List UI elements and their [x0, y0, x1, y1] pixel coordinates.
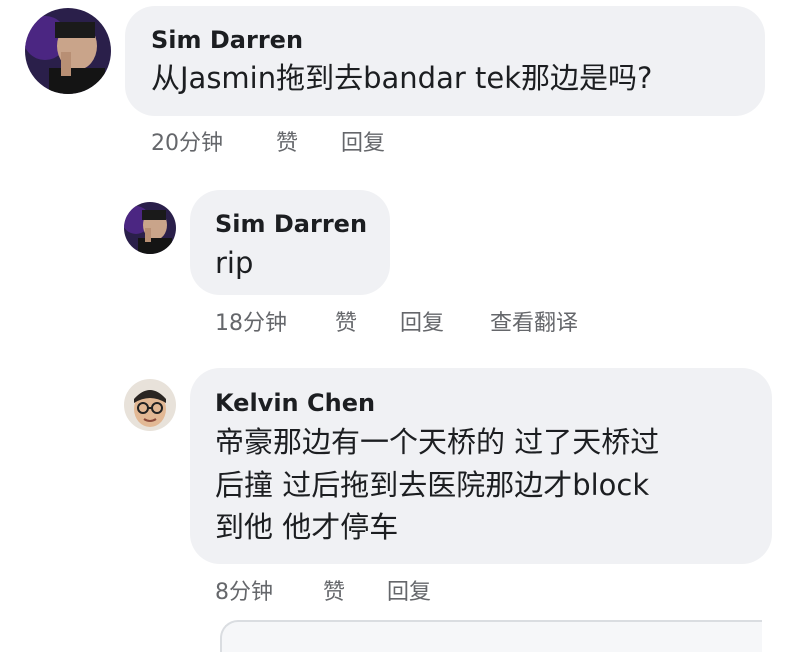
translate-button[interactable]: 查看翻译 — [490, 305, 578, 337]
user-photo-icon — [25, 8, 111, 94]
comment-text-line: 到他 他才停车 — [215, 510, 399, 544]
comment-3: Kelvin Chen 帝豪那边有一个天桥的 过了天桥过 后撞 过后拖到去医院那… — [0, 360, 800, 620]
avatar[interactable] — [124, 379, 176, 431]
avatar[interactable] — [25, 8, 111, 94]
like-button[interactable]: 赞 — [323, 574, 345, 606]
next-comment-edge — [220, 620, 762, 652]
comment-text-line: rip — [215, 246, 254, 280]
comment-1: Sim Darren 从Jasmin拖到去bandar tek那边是吗? 20分… — [0, 0, 800, 170]
comment-author[interactable]: Kelvin Chen — [215, 389, 375, 417]
reply-button[interactable]: 回复 — [387, 574, 431, 606]
comment-time[interactable]: 18分钟 — [215, 305, 287, 337]
comment-text-line: 从Jasmin拖到去bandar tek那边是吗? — [151, 61, 653, 95]
like-button[interactable]: 赞 — [335, 305, 357, 337]
like-button[interactable]: 赞 — [276, 125, 298, 157]
comment-time[interactable]: 20分钟 — [151, 125, 223, 157]
reply-button[interactable]: 回复 — [400, 305, 444, 337]
user-photo-icon — [124, 202, 176, 254]
comment-author[interactable]: Sim Darren — [215, 210, 367, 238]
comment-text-line: 后撞 过后拖到去医院那边才block — [215, 468, 650, 502]
comment-2: Sim Darren rip 18分钟 赞 回复 查看翻译 — [0, 170, 800, 360]
avatar[interactable] — [124, 202, 176, 254]
reply-button[interactable]: 回复 — [341, 125, 385, 157]
comment-time[interactable]: 8分钟 — [215, 574, 273, 606]
user-photo-glasses-icon — [124, 379, 176, 431]
comment-author[interactable]: Sim Darren — [151, 26, 303, 54]
comment-text-line: 帝豪那边有一个天桥的 过了天桥过 — [215, 425, 660, 459]
